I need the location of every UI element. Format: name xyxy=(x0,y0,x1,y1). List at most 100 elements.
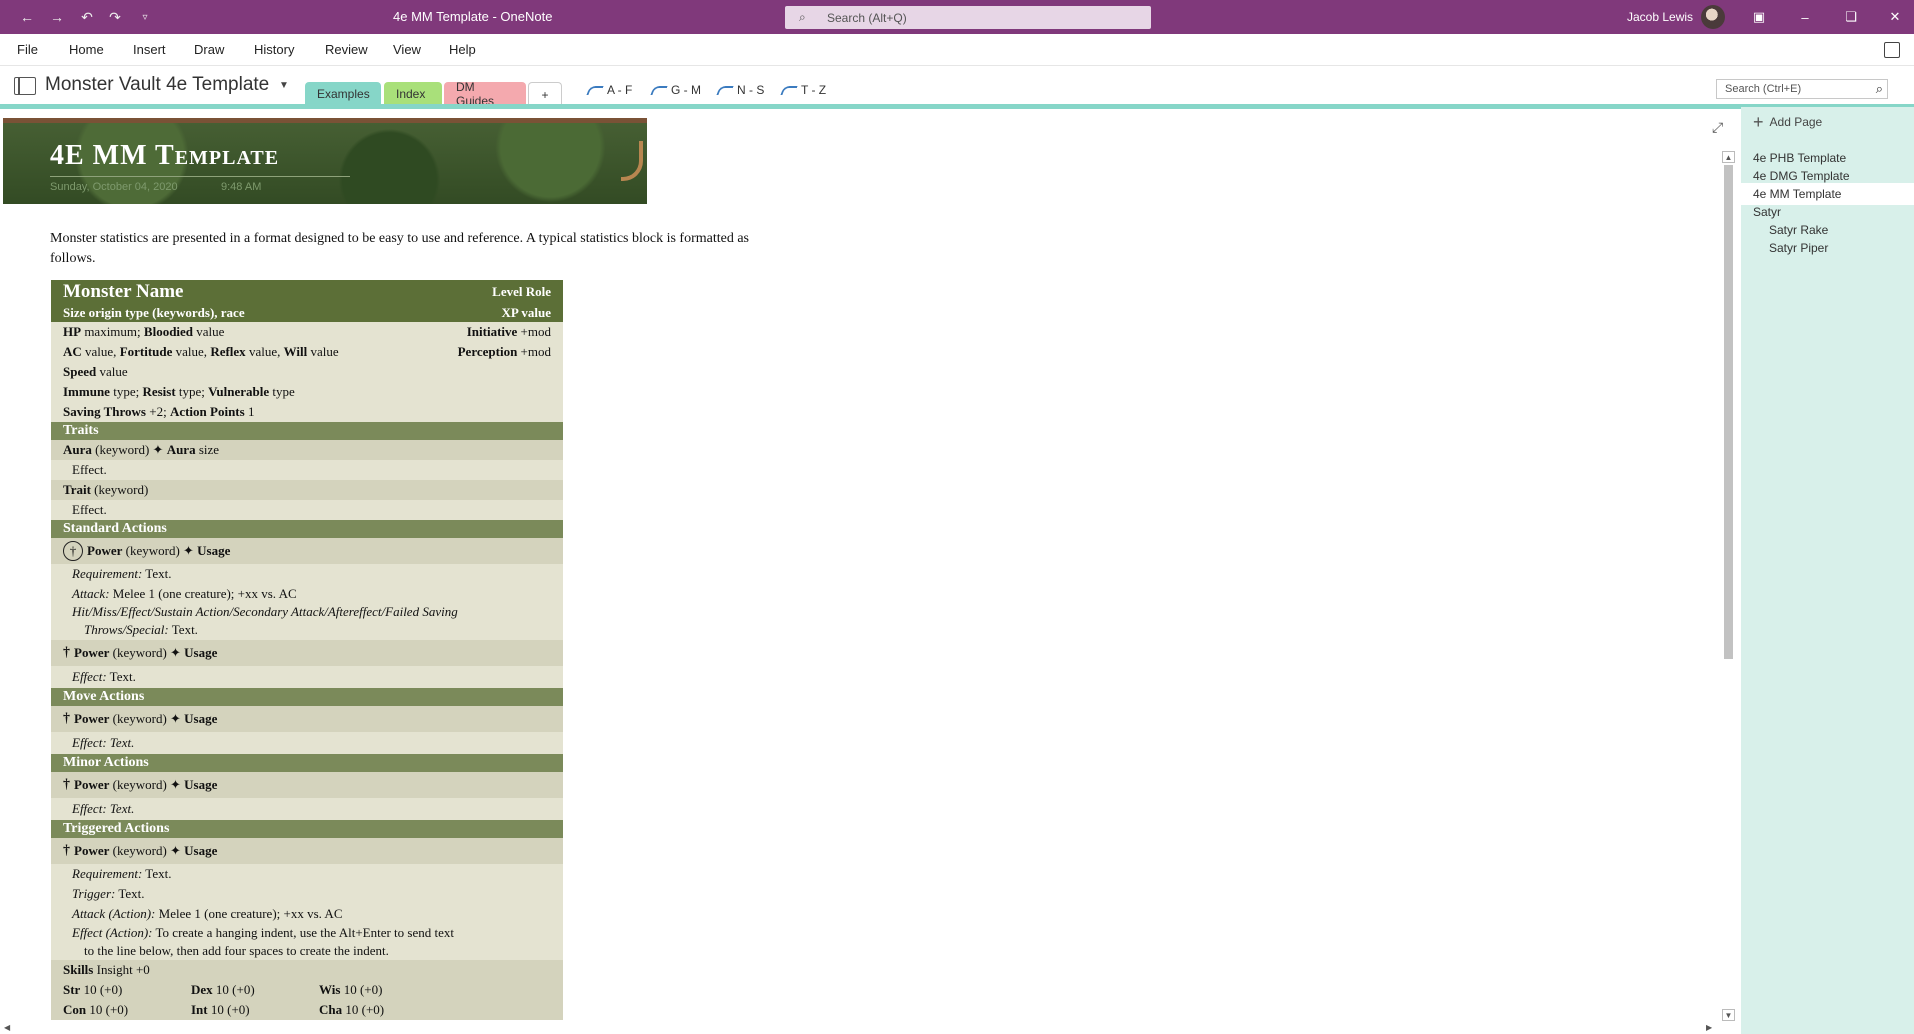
vertical-scrollbar[interactable]: ▲ ▼ xyxy=(1722,151,1736,1021)
attack-text: Melee 1 (one creature); +xx vs. AC xyxy=(109,586,297,601)
add-section-button[interactable]: + xyxy=(528,82,562,106)
effect-line: Effect: Text. xyxy=(51,666,563,688)
menu-review[interactable]: Review xyxy=(325,42,368,57)
xp-value: XP value xyxy=(501,305,551,320)
group-a-f[interactable]: A - F xyxy=(586,83,632,97)
restore-button[interactable]: ❏ xyxy=(1840,6,1862,28)
power-label: Power xyxy=(87,543,123,558)
tab-examples[interactable]: Examples xyxy=(305,82,381,106)
chevron-down-icon[interactable]: ▼ xyxy=(279,80,289,91)
menu-history[interactable]: History xyxy=(254,42,294,57)
usage-label: Usage xyxy=(184,645,218,660)
usage-label: Usage xyxy=(184,843,218,858)
standard-power-row-2: † Power (keyword) ✦ Usage xyxy=(51,640,563,666)
monster-name: Monster Name xyxy=(63,281,184,302)
stat-block[interactable]: Monster Name Level Role Size origin type… xyxy=(51,280,563,1020)
move-power-row: † Power (keyword) ✦ Usage xyxy=(51,706,563,732)
section-group-icon xyxy=(716,85,734,95)
effect-action-label: Effect (Action): xyxy=(72,924,153,940)
intro-paragraph[interactable]: Monster statistics are presented in a fo… xyxy=(50,229,775,269)
banner-ornament xyxy=(621,141,643,181)
page-time: 9:48 AM xyxy=(221,181,262,193)
undo-icon[interactable]: ↶ xyxy=(78,8,96,26)
menu-insert[interactable]: Insert xyxy=(133,42,166,57)
menu-view[interactable]: View xyxy=(393,42,421,57)
melee-icon: † xyxy=(63,711,70,726)
section-group-icon xyxy=(650,85,668,95)
back-icon[interactable]: ← xyxy=(18,8,36,26)
tab-index[interactable]: Index xyxy=(384,82,442,106)
add-page-button[interactable]: + Add Page xyxy=(1753,113,1822,131)
melee-icon: † xyxy=(63,777,70,792)
customize-toolbar-icon[interactable]: ▿ xyxy=(136,8,154,26)
resist-label: Resist xyxy=(142,384,176,399)
group-t-z[interactable]: T - Z xyxy=(780,83,826,97)
ac-value: value, xyxy=(81,344,120,359)
redo-icon[interactable]: ↷ xyxy=(106,8,124,26)
scroll-down-icon[interactable]: ▼ xyxy=(1722,1009,1735,1021)
panel-toggle-icon[interactable] xyxy=(1884,42,1900,58)
horizontal-scrollbar[interactable]: ◀ ▶ xyxy=(0,1023,1741,1034)
group-g-m[interactable]: G - M xyxy=(650,83,701,97)
attack-action-text: Melee 1 (one creature); +xx vs. AC xyxy=(155,906,343,921)
expand-icon[interactable]: ⤢ xyxy=(1712,119,1723,136)
str-value: 10 (+0) xyxy=(80,982,123,997)
cha-value: 10 (+0) xyxy=(342,1002,385,1017)
close-button[interactable]: ✕ xyxy=(1884,6,1906,28)
wis-value: 10 (+0) xyxy=(340,982,383,997)
tab-dm-guides[interactable]: DM Guides xyxy=(444,80,526,108)
requirement-label: Requirement: xyxy=(72,866,143,881)
window-title: 4e MM Template - OneNote xyxy=(393,9,553,24)
hit-line-2: Throws/Special: Text. xyxy=(51,620,563,640)
attack-action-label: Attack (Action): xyxy=(72,906,156,921)
search-icon[interactable]: ⌕ xyxy=(1876,81,1883,97)
minimize-button[interactable]: – xyxy=(1794,6,1816,28)
menu-help[interactable]: Help xyxy=(449,42,476,57)
scroll-thumb[interactable] xyxy=(1724,165,1733,659)
page-list-panel: + Add Page 4e PHB Template 4e DMG Templa… xyxy=(1741,107,1914,1034)
search-placeholder: Search (Alt+Q) xyxy=(827,10,907,25)
fortitude-value: value, xyxy=(172,344,211,359)
effect-action-line: Effect (Action): To create a hanging ind… xyxy=(51,924,563,941)
level-role: Level Role xyxy=(492,284,551,299)
menu-file[interactable]: File xyxy=(17,42,38,57)
bloodied-label: Bloodied xyxy=(143,324,194,339)
power-keyword: (keyword) ✦ xyxy=(109,711,185,726)
menu-draw[interactable]: Draw xyxy=(194,42,224,57)
standard-power-row-1: † Power (keyword) ✦ Usage xyxy=(51,538,563,564)
menu-home[interactable]: Home xyxy=(69,42,104,57)
add-page-label: Add Page xyxy=(1769,115,1823,129)
move-effect-line: Effect: Text. xyxy=(51,732,563,754)
trigger-label: Trigger: xyxy=(72,886,116,901)
size-row: Size origin type (keywords), race XP val… xyxy=(51,304,563,322)
hp-value: maximum; xyxy=(81,324,144,339)
ribbon-display-icon[interactable]: ▣ xyxy=(1748,6,1770,28)
search-box[interactable]: ⌕ Search (Alt+Q) xyxy=(785,6,1151,29)
page-search-input[interactable]: Search (Ctrl+E) ⌕ xyxy=(1716,79,1888,99)
page-item-satyr-piper[interactable]: Satyr Piper xyxy=(1741,237,1914,259)
page-title[interactable]: 4E MM Template xyxy=(50,140,279,172)
plus-icon: + xyxy=(1753,112,1764,132)
scroll-right-icon[interactable]: ▶ xyxy=(1706,1023,1712,1032)
skills-value: Insight +0 xyxy=(93,962,150,977)
trig-requirement-line: Requirement: Text. xyxy=(51,864,563,884)
avatar[interactable] xyxy=(1701,5,1725,29)
hit-text-2: Text. xyxy=(168,622,198,637)
power-keyword: (keyword) ✦ xyxy=(109,843,185,858)
power-keyword: (keyword) ✦ xyxy=(109,645,185,660)
immune-row: Immune type; Resist type; Vulnerable typ… xyxy=(51,382,563,402)
scroll-up-icon[interactable]: ▲ xyxy=(1722,151,1735,163)
minor-actions-header: Minor Actions xyxy=(51,754,563,772)
triggered-power-row: † Power (keyword) ✦ Usage xyxy=(51,838,563,864)
forward-icon[interactable]: → xyxy=(48,8,66,26)
user-name[interactable]: Jacob Lewis xyxy=(1627,10,1693,24)
scroll-left-icon[interactable]: ◀ xyxy=(4,1023,10,1032)
page-canvas[interactable]: ⤢ 4E MM Template Sunday, October 04, 202… xyxy=(0,109,1741,1025)
notebook-icon[interactable] xyxy=(14,76,36,95)
group-n-s[interactable]: N - S xyxy=(716,83,764,97)
con-label: Con xyxy=(63,1002,87,1017)
perception-label: Perception xyxy=(457,344,518,359)
notebook-name[interactable]: Monster Vault 4e Template xyxy=(45,74,269,96)
usage-label: Usage xyxy=(184,777,218,792)
trait-effect: Effect. xyxy=(51,500,563,520)
